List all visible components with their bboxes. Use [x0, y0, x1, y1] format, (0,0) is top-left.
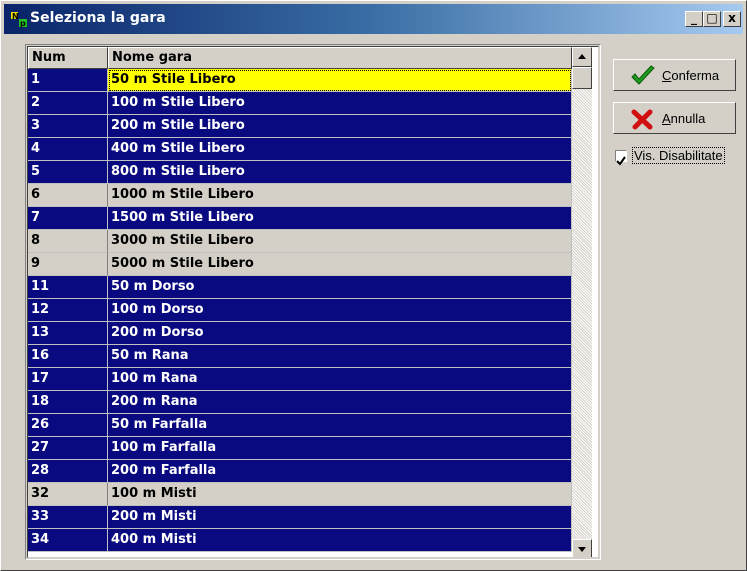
table-row[interactable]: 18 200 m Rana [28, 391, 572, 414]
race-number: 16 [28, 345, 108, 368]
table-row[interactable]: 8 3000 m Stile Libero [28, 230, 572, 253]
show-disabled-checkbox[interactable] [615, 150, 627, 166]
table-row[interactable]: 33 200 m Misti [28, 506, 572, 529]
race-number: 33 [28, 506, 108, 529]
table-row[interactable]: 16 50 m Rana [28, 345, 572, 368]
race-name: 100 m Stile Libero [108, 92, 572, 115]
race-number: 9 [28, 253, 108, 276]
scroll-thumb[interactable] [572, 67, 592, 89]
table-row[interactable]: 11 50 m Dorso [28, 276, 572, 299]
race-number: 5 [28, 161, 108, 184]
arrow-up-icon [578, 54, 586, 59]
race-name: 5000 m Stile Libero [108, 253, 572, 276]
scroll-down-button[interactable] [572, 539, 592, 557]
scroll-up-button[interactable] [572, 47, 592, 67]
race-number: 6 [28, 184, 108, 207]
race-name: 1500 m Stile Libero [108, 207, 572, 230]
race-name: 200 m Misti [108, 506, 572, 529]
race-name: 50 m Rana [108, 345, 572, 368]
title-bar[interactable]: N p Seleziona la gara _ □ x [4, 4, 743, 34]
table-row[interactable]: 27 100 m Farfalla [28, 437, 572, 460]
race-name: 100 m Dorso [108, 299, 572, 322]
race-name: 400 m Stile Libero [108, 138, 572, 161]
race-list: Num Nome gara 1 50 m Stile Libero 2 100 m S… [25, 44, 601, 560]
race-name: 200 m Farfalla [108, 460, 572, 483]
table-row[interactable]: 32 100 m Misti [28, 483, 572, 506]
race-number: 2 [28, 92, 108, 115]
race-name: 200 m Dorso [108, 322, 572, 345]
race-name: 800 m Stile Libero [108, 161, 572, 184]
table-row[interactable]: 28 200 m Farfalla [28, 460, 572, 483]
race-number: 7 [28, 207, 108, 230]
header-num[interactable]: Num [28, 47, 108, 69]
race-number: 34 [28, 529, 108, 552]
race-name: 50 m Dorso [108, 276, 572, 299]
arrow-down-icon [578, 547, 586, 552]
race-name: 1000 m Stile Libero [108, 184, 572, 207]
table-row[interactable]: 34 400 m Misti [28, 529, 572, 552]
vertical-scrollbar[interactable] [572, 47, 592, 557]
cancel-button[interactable]: Annulla [613, 102, 736, 134]
race-number: 13 [28, 322, 108, 345]
race-name: 200 m Rana [108, 391, 572, 414]
confirm-button[interactable]: Conferma [613, 59, 736, 91]
cross-icon [631, 109, 653, 130]
cancel-label: Annulla [662, 111, 706, 126]
dialog-window: N p Seleziona la gara _ □ x Num Nome gar… [0, 0, 747, 571]
svg-text:N: N [12, 12, 19, 21]
table-row[interactable]: 5 800 m Stile Libero [28, 161, 572, 184]
table-row[interactable]: 17 100 m Rana [28, 368, 572, 391]
race-number: 26 [28, 414, 108, 437]
table-row[interactable]: 26 50 m Farfalla [28, 414, 572, 437]
grid-header: Num Nome gara [28, 47, 572, 69]
race-number: 4 [28, 138, 108, 161]
minimize-button[interactable]: _ [685, 11, 703, 27]
race-name: 400 m Misti [108, 529, 572, 552]
maximize-button[interactable]: □ [703, 11, 721, 27]
table-row[interactable]: 4 400 m Stile Libero [28, 138, 572, 161]
race-number: 12 [28, 299, 108, 322]
table-row[interactable]: 7 1500 m Stile Libero [28, 207, 572, 230]
header-name[interactable]: Nome gara [108, 47, 572, 69]
race-number: 11 [28, 276, 108, 299]
table-row[interactable]: 13 200 m Dorso [28, 322, 572, 345]
checkmark-icon [631, 65, 655, 85]
race-name: 200 m Stile Libero [108, 115, 572, 138]
race-name: 100 m Farfalla [108, 437, 572, 460]
race-name: 100 m Rana [108, 368, 572, 391]
svg-text:p: p [20, 19, 26, 28]
race-name: 50 m Stile Libero [108, 69, 572, 92]
table-row[interactable]: 12 100 m Dorso [28, 299, 572, 322]
app-icon: N p [10, 10, 28, 28]
race-number: 17 [28, 368, 108, 391]
show-disabled-label[interactable]: Vis. Disabilitate [632, 147, 725, 164]
table-row[interactable]: 2 100 m Stile Libero [28, 92, 572, 115]
check-mark-icon [616, 156, 626, 166]
race-name: 3000 m Stile Libero [108, 230, 572, 253]
race-number: 28 [28, 460, 108, 483]
race-name: 50 m Farfalla [108, 414, 572, 437]
race-number: 18 [28, 391, 108, 414]
table-row[interactable]: 3 200 m Stile Libero [28, 115, 572, 138]
race-name: 100 m Misti [108, 483, 572, 506]
race-number: 1 [28, 69, 108, 92]
confirm-label: Conferma [662, 68, 720, 83]
table-row[interactable]: 1 50 m Stile Libero [28, 69, 572, 92]
race-number: 8 [28, 230, 108, 253]
table-row[interactable]: 9 5000 m Stile Libero [28, 253, 572, 276]
race-number: 32 [28, 483, 108, 506]
race-number: 27 [28, 437, 108, 460]
table-row[interactable]: 6 1000 m Stile Libero [28, 184, 572, 207]
close-button[interactable]: x [723, 11, 741, 27]
window-title: Seleziona la gara [30, 10, 166, 26]
race-number: 3 [28, 115, 108, 138]
